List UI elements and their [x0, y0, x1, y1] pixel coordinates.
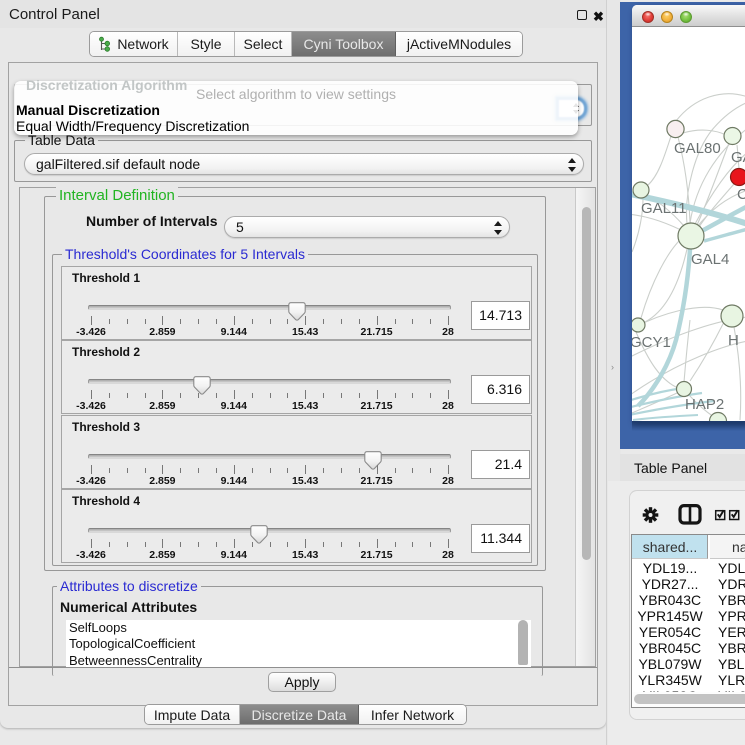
svg-text:C: C [737, 186, 745, 203]
svg-text:H: H [728, 332, 739, 349]
svg-text:HAP2: HAP2 [685, 396, 724, 413]
svg-text:GAL11: GAL11 [641, 200, 687, 217]
svg-text:GAL4: GAL4 [691, 251, 729, 268]
svg-text:GCY1: GCY1 [632, 334, 671, 351]
svg-text:GAL80: GAL80 [674, 140, 721, 157]
svg-text:GA: GA [731, 149, 745, 166]
